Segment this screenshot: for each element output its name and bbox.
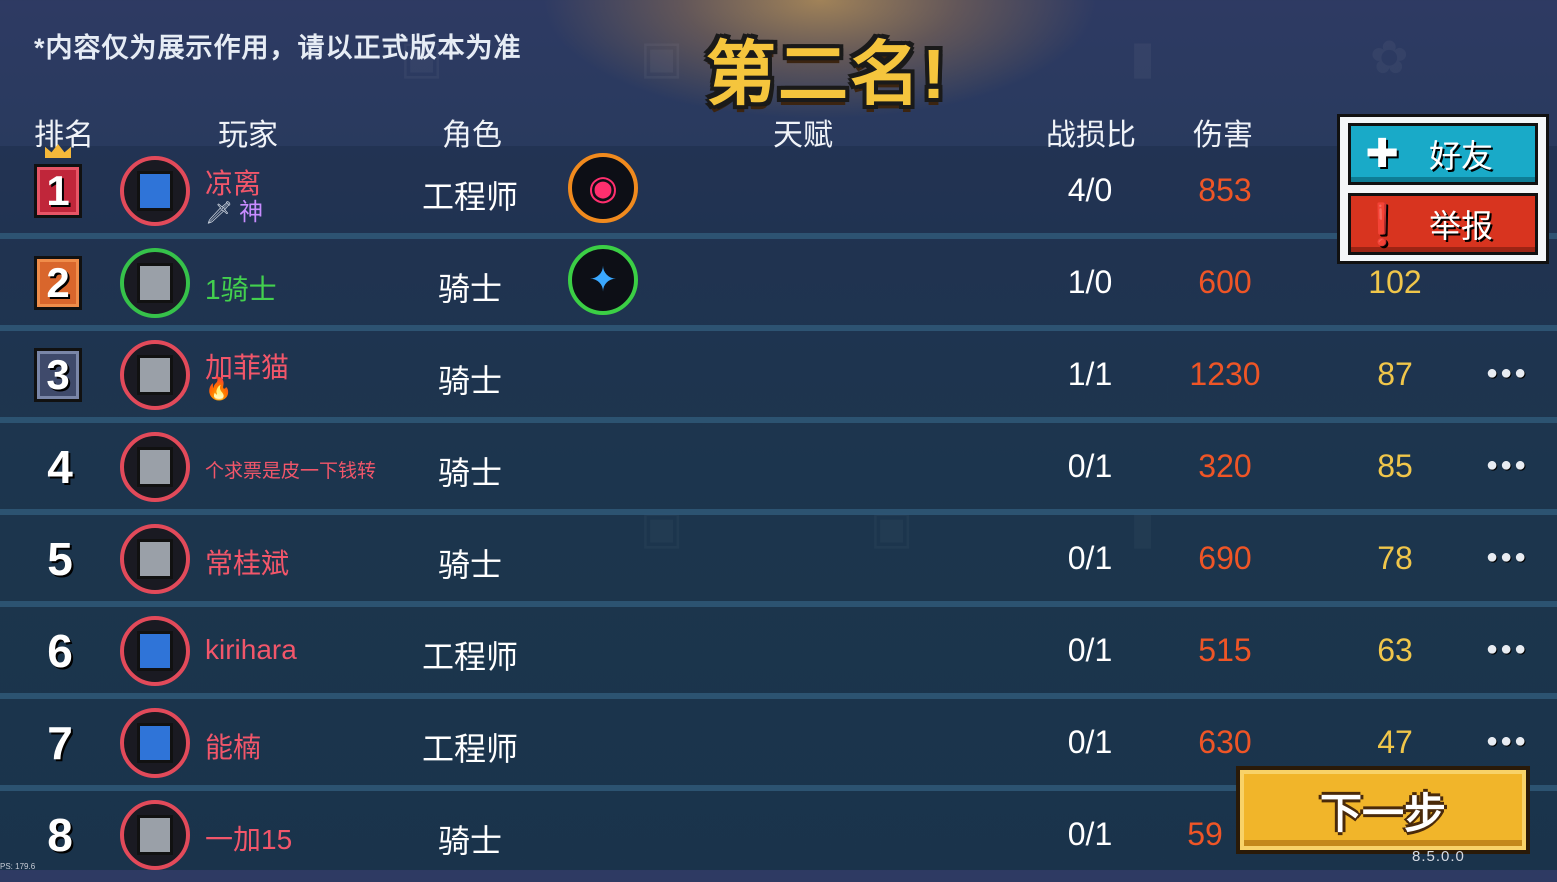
table-row: 3 加菲猫 🔥 骑士 1/1 1230 87 ●●● (0, 330, 1557, 422)
avatar[interactable] (120, 156, 190, 226)
rank-badge: 3 (34, 348, 82, 402)
avatar[interactable] (120, 800, 190, 870)
crown-icon (45, 144, 71, 158)
engineer-icon (137, 631, 173, 671)
score-cell: 87 (1377, 356, 1413, 392)
avatar[interactable] (120, 616, 190, 686)
kd-cell: 1/1 (1067, 356, 1113, 392)
role-cell: 工程师 (421, 639, 518, 675)
role-cell: 骑士 (437, 455, 502, 491)
bg-pattern-icon: ▣ (640, 30, 683, 84)
rank-number: 7 (47, 717, 73, 769)
player-name: 1骑士 (205, 274, 277, 305)
role-cell: 工程师 (421, 731, 518, 767)
role-cell: 骑士 (437, 823, 502, 859)
add-friend-label: 好友 (1428, 138, 1493, 174)
table-row: 1 凉离 🗡 神 工程师 ◉ 4/0 853 (0, 144, 1557, 238)
disclaimer-text: *内容仅为展示作用，请以正式版本为准 (34, 33, 522, 63)
plus-icon: ✚ (1365, 132, 1399, 176)
version-label: 8.5.0.0 (1412, 848, 1465, 865)
role-cell: 骑士 (437, 363, 502, 399)
score-cell: 63 (1377, 632, 1413, 668)
damage-cell: 600 (1198, 264, 1252, 300)
knight-icon (137, 355, 173, 395)
score-cell: 78 (1377, 540, 1413, 576)
placement-title: 第二名! (706, 35, 948, 113)
damage-cell: 515 (1198, 632, 1252, 668)
engineer-icon (137, 723, 173, 763)
table-row: 6 kirihara 工程师 0/1 515 63 ●●● (0, 606, 1557, 698)
role-cell: 工程师 (421, 179, 518, 215)
report-label: 举报 (1428, 208, 1493, 244)
rank-number: 8 (47, 809, 73, 861)
kd-cell: 4/0 (1067, 172, 1113, 208)
next-step-button[interactable]: 下一步 (1236, 766, 1530, 854)
player-name: kirihara (205, 634, 297, 665)
damage-cell: 1230 (1189, 356, 1261, 392)
avatar[interactable] (120, 340, 190, 410)
more-options-icon[interactable]: ●●● (1486, 638, 1528, 661)
engineer-icon (137, 171, 173, 211)
bg-pattern-icon: ✿ (1370, 30, 1409, 84)
more-options-icon[interactable]: ●●● (1486, 546, 1528, 569)
fire-icon: 🔥 (205, 376, 233, 401)
damage-cell: 690 (1198, 540, 1252, 576)
report-button[interactable]: ❗ 举报 (1348, 193, 1538, 255)
rank-number: 6 (47, 625, 73, 677)
rank-badge: 2 (34, 256, 82, 310)
avatar[interactable] (120, 248, 190, 318)
more-options-icon[interactable]: ●●● (1486, 362, 1528, 385)
rank-number: 4 (47, 441, 73, 493)
rank-number: 5 (47, 533, 73, 585)
knight-icon (137, 263, 173, 303)
table-row: 4 个求票是皮一下钱转 骑士 0/1 320 85 ●●● (0, 422, 1557, 514)
score-cell: 102 (1368, 264, 1422, 300)
score-cell: 47 (1377, 724, 1413, 760)
knight-icon (137, 539, 173, 579)
avatar[interactable] (120, 524, 190, 594)
kd-cell: 0/1 (1067, 632, 1113, 668)
kd-cell: 1/0 (1067, 264, 1113, 300)
more-options-icon[interactable]: ●●● (1486, 730, 1528, 753)
rank-badge: 1 (34, 164, 82, 218)
talent-sword-icon[interactable]: ✦ (568, 245, 638, 315)
more-options-icon[interactable]: ●●● (1486, 454, 1528, 477)
knight-icon (137, 447, 173, 487)
role-cell: 骑士 (437, 547, 502, 583)
kd-cell: 0/1 (1067, 540, 1113, 576)
player-name: 常桂斌 (205, 548, 290, 579)
avatar[interactable] (120, 432, 190, 502)
damage-cell: 320 (1198, 448, 1252, 484)
damage-cell: 853 (1198, 172, 1252, 208)
player-tag: 神 (239, 199, 264, 226)
table-row: 5 常桂斌 骑士 0/1 690 78 ●●● (0, 514, 1557, 606)
talent-fangs-icon[interactable]: ◉ (568, 153, 638, 223)
add-friend-button[interactable]: ✚ 好友 (1348, 123, 1538, 185)
table-row: 2 1骑士 骑士 ✦ 1/0 600 102 (0, 238, 1557, 330)
kd-cell: 0/1 (1067, 816, 1113, 852)
kd-cell: 0/1 (1067, 724, 1113, 760)
player-name: 一加15 (205, 824, 293, 855)
role-cell: 骑士 (437, 271, 502, 307)
player-name: 个求票是皮一下钱转 (205, 461, 377, 482)
exclamation-icon: ❗ (1357, 202, 1407, 247)
avatar[interactable] (120, 708, 190, 778)
bg-pattern-icon: ▮ (1130, 30, 1155, 84)
player-name: 能楠 (205, 732, 262, 763)
player-action-popup: ✚ 好友 ❗ 举报 (1337, 114, 1549, 264)
damage-cell: 630 (1198, 724, 1252, 760)
knight-icon (137, 815, 173, 855)
score-cell: 85 (1377, 448, 1413, 484)
sword-icon: 🗡 (205, 200, 233, 225)
player-tags: 🗡 神 (205, 192, 263, 227)
kd-cell: 0/1 (1067, 448, 1113, 484)
